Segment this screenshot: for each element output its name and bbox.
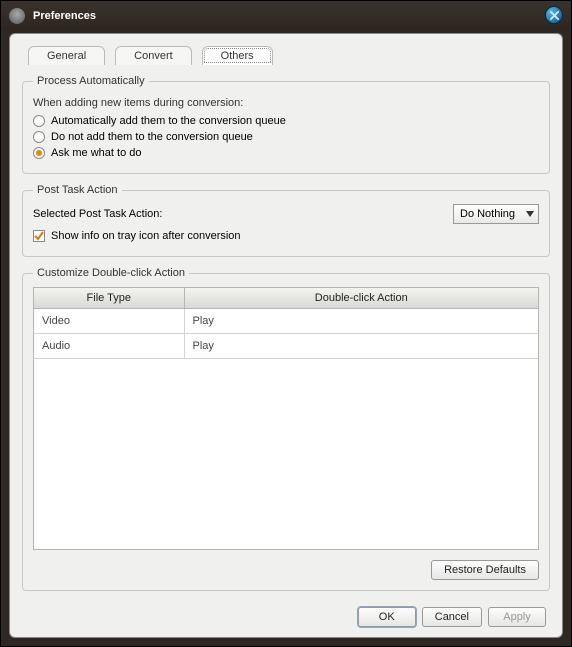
process-auto-desc: When adding new items during conversion: — [33, 97, 539, 109]
process-auto-legend: Process Automatically — [33, 75, 149, 87]
cell-filetype: Video — [34, 309, 184, 334]
window-title: Preferences — [33, 10, 96, 22]
post-task-group: Post Task Action Selected Post Task Acti… — [22, 184, 550, 257]
radio-auto-add[interactable] — [33, 115, 45, 127]
restore-defaults-button[interactable]: Restore Defaults — [431, 560, 539, 580]
tab-general[interactable]: General — [28, 46, 105, 65]
cancel-button[interactable]: Cancel — [422, 607, 482, 627]
radio-ask[interactable] — [33, 147, 45, 159]
chevron-down-icon — [526, 208, 534, 220]
ok-button[interactable]: OK — [358, 607, 416, 627]
titlebar: Preferences — [1, 1, 571, 31]
tab-bar: General Convert Others — [22, 46, 550, 65]
cell-filetype: Audio — [34, 334, 184, 359]
post-task-selected: Do Nothing — [460, 208, 515, 220]
close-icon — [550, 11, 559, 20]
customize-group: Customize Double-click Action File Type … — [22, 267, 550, 591]
app-icon — [9, 8, 25, 24]
checkbox-show-tray-info-label: Show info on tray icon after conversion — [51, 230, 241, 242]
apply-button[interactable]: Apply — [488, 607, 546, 627]
col-header-action[interactable]: Double-click Action — [184, 288, 538, 309]
preferences-window: Preferences General Convert Others Proce… — [0, 0, 572, 647]
radio-auto-add-label: Automatically add them to the conversion… — [51, 115, 286, 127]
table-row[interactable]: Audio Play — [34, 334, 538, 359]
radio-do-not-add-label: Do not add them to the conversion queue — [51, 131, 253, 143]
col-header-filetype[interactable]: File Type — [34, 288, 184, 309]
dialog-footer: OK Cancel Apply — [22, 601, 550, 629]
radio-ask-label: Ask me what to do — [51, 147, 142, 159]
cell-action: Play — [184, 334, 538, 359]
close-button[interactable] — [545, 6, 563, 24]
process-auto-group: Process Automatically When adding new it… — [22, 75, 550, 174]
post-task-legend: Post Task Action — [33, 184, 122, 196]
double-click-table: File Type Double-click Action Video Play… — [33, 287, 539, 550]
tab-convert[interactable]: Convert — [115, 46, 192, 65]
cell-action: Play — [184, 309, 538, 334]
table-row[interactable]: Video Play — [34, 309, 538, 334]
post-task-label: Selected Post Task Action: — [33, 208, 162, 220]
customize-legend: Customize Double-click Action — [33, 267, 189, 279]
content-panel: General Convert Others Process Automatic… — [9, 33, 563, 638]
radio-do-not-add[interactable] — [33, 131, 45, 143]
tab-others[interactable]: Others — [202, 46, 273, 65]
post-task-dropdown[interactable]: Do Nothing — [453, 204, 539, 224]
checkbox-show-tray-info[interactable] — [33, 230, 45, 242]
